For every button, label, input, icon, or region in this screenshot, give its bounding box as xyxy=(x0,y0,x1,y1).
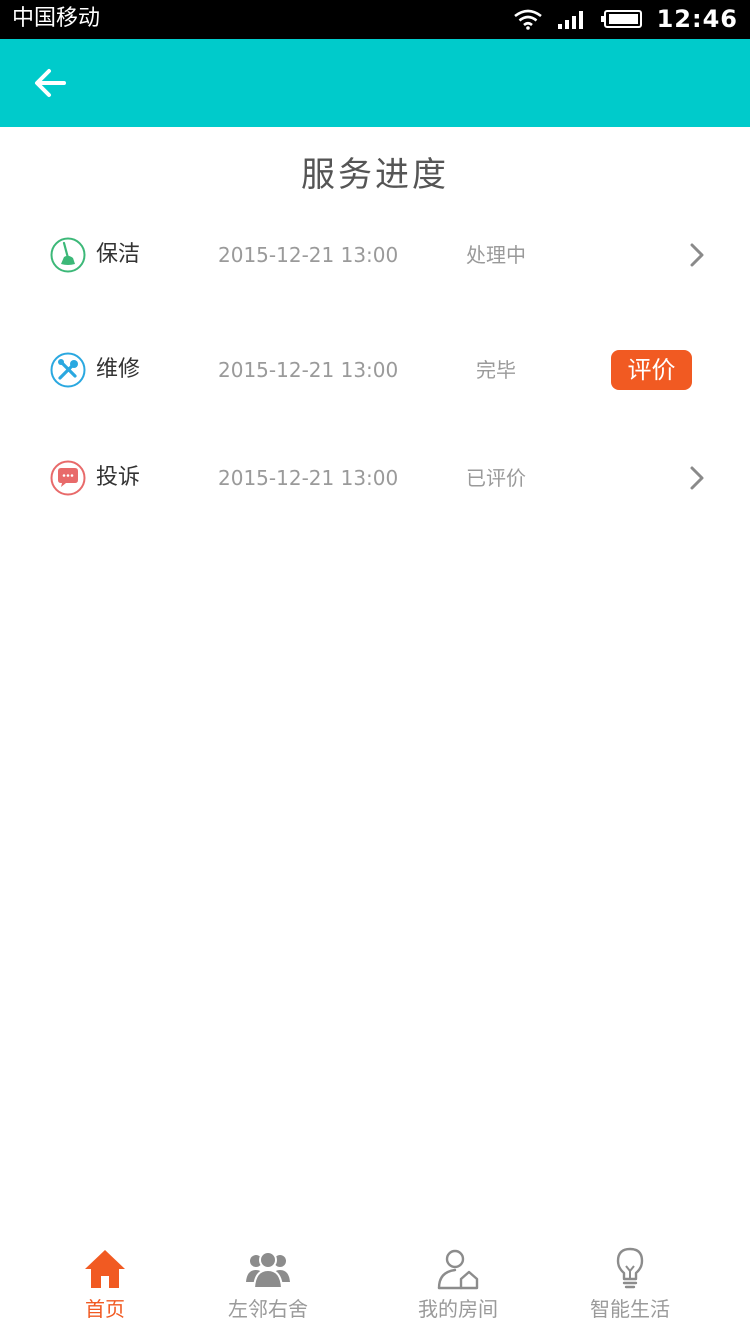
tab-home[interactable]: 首页 xyxy=(45,1234,165,1334)
service-time: 2015-12-21 13:00 xyxy=(218,466,399,490)
service-status: 已评价 xyxy=(466,466,526,490)
battery-icon xyxy=(600,10,642,28)
page-title: 服务进度 xyxy=(301,155,449,195)
clock: 12:46 xyxy=(656,5,738,33)
tab-label: 左邻右舍 xyxy=(228,1297,308,1321)
service-status: 完毕 xyxy=(476,358,516,382)
broom-icon xyxy=(50,237,86,273)
wrench-icon xyxy=(50,352,86,388)
status-bar: 中国移动 12:46 xyxy=(0,0,750,39)
back-button[interactable] xyxy=(26,61,74,105)
chevron-right-icon[interactable] xyxy=(686,241,708,269)
rate-button[interactable]: 评价 xyxy=(611,350,692,390)
wifi-icon xyxy=(513,9,542,30)
chevron-right-icon[interactable] xyxy=(686,464,708,492)
service-time: 2015-12-21 13:00 xyxy=(218,358,399,382)
neighbors-icon xyxy=(246,1251,290,1289)
service-time: 2015-12-21 13:00 xyxy=(218,243,399,267)
tab-label: 我的房间 xyxy=(418,1297,498,1321)
my-room-icon xyxy=(437,1249,479,1290)
status-indicators: 12:46 xyxy=(513,4,738,34)
arrow-left-icon xyxy=(35,69,66,97)
tab-my-room[interactable]: 我的房间 xyxy=(398,1234,518,1334)
tab-neighbors[interactable]: 左邻右舍 xyxy=(208,1234,328,1334)
home-icon xyxy=(85,1250,125,1288)
tab-smart-life[interactable]: 智能生活 xyxy=(570,1234,690,1334)
tab-label: 首页 xyxy=(85,1297,125,1321)
service-status: 处理中 xyxy=(466,243,526,267)
tab-label: 智能生活 xyxy=(590,1297,670,1321)
list-item[interactable]: 维修 2015-12-21 13:00 完毕 评价 xyxy=(0,330,750,410)
list-item[interactable]: 投诉 2015-12-21 13:00 已评价 xyxy=(0,438,750,518)
list-item[interactable]: 保洁 2015-12-21 13:00 处理中 xyxy=(0,215,750,295)
service-type-label: 保洁 xyxy=(96,242,141,267)
service-type-label: 维修 xyxy=(96,357,141,382)
lightbulb-icon xyxy=(616,1247,644,1289)
signal-icon xyxy=(557,11,583,29)
carrier-label: 中国移动 xyxy=(12,6,101,31)
service-type-label: 投诉 xyxy=(96,465,141,490)
bottom-tab-bar: 首页 左邻右舍 我的房间 智能生活 xyxy=(0,1234,750,1334)
app-bar xyxy=(0,39,750,127)
chat-icon xyxy=(50,460,86,496)
